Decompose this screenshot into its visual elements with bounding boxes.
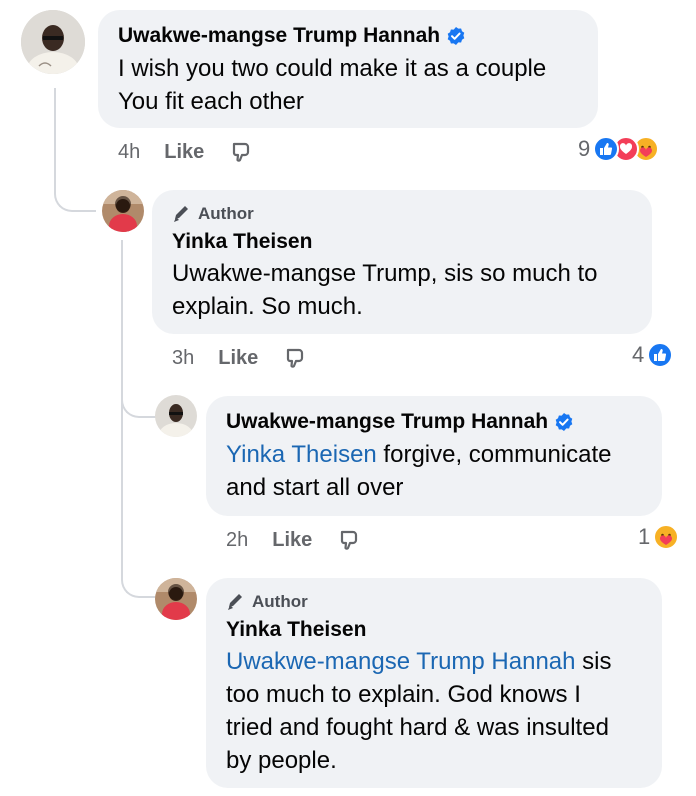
author-badge: Author bbox=[172, 204, 632, 224]
avatar[interactable] bbox=[155, 578, 197, 620]
comment-text: I wish you two could make it as a couple… bbox=[118, 52, 578, 118]
comment-text-line: Yinka Theisen forgive, communicate bbox=[226, 438, 642, 471]
author-badge-label: Author bbox=[198, 204, 254, 223]
commenter-name[interactable]: Uwakwe-mangse Trump Hannah bbox=[226, 410, 642, 434]
reaction-summary[interactable]: 4 bbox=[632, 342, 674, 368]
reaction-count: 9 bbox=[578, 136, 591, 161]
commenter-name[interactable]: Yinka Theisen bbox=[226, 618, 642, 642]
like-reaction-icon bbox=[593, 136, 620, 162]
comment-text-fragment: forgive, communicate bbox=[376, 441, 612, 468]
comment-text-line: explain. So much. bbox=[172, 293, 363, 320]
pencil-icon bbox=[172, 204, 192, 224]
like-button[interactable]: Like bbox=[218, 347, 258, 370]
commenter-name-link[interactable]: Yinka Theisen bbox=[226, 618, 366, 642]
comment-text: Uwakwe-mangse Trump Hannah sis too much … bbox=[226, 645, 642, 777]
like-reaction-icon bbox=[647, 342, 674, 368]
comment-text-fragment: sis bbox=[575, 648, 612, 675]
commenter-name-link[interactable]: Uwakwe-mangse Trump Hannah bbox=[118, 24, 440, 48]
mention-link[interactable]: Yinka Theisen bbox=[226, 441, 377, 468]
reaction-count: 1 bbox=[638, 524, 651, 549]
dislike-icon[interactable] bbox=[284, 346, 308, 370]
avatar[interactable] bbox=[102, 190, 144, 232]
commenter-name[interactable]: Yinka Theisen bbox=[172, 230, 632, 254]
comment-bubble: Author Yinka Theisen Uwakwe-mangse Trump… bbox=[152, 190, 652, 334]
comment-text-line: Uwakwe-mangse Trump Hannah sis bbox=[226, 645, 642, 678]
comment-text-line: I wish you two could make it as a couple bbox=[118, 55, 547, 82]
dislike-icon[interactable] bbox=[338, 528, 362, 552]
commenter-name-link[interactable]: Yinka Theisen bbox=[172, 230, 312, 254]
comment-text-line: by people. bbox=[226, 747, 337, 774]
comment-text-line: You fit each other bbox=[118, 88, 304, 115]
comment-text-line: too much to explain. God knows I bbox=[226, 681, 581, 708]
dislike-icon[interactable] bbox=[230, 140, 254, 164]
comment-actions: 4h Like bbox=[118, 140, 254, 164]
verified-badge-icon bbox=[446, 26, 466, 46]
comment-text-line: Uwakwe-mangse Trump, sis so much to bbox=[172, 260, 598, 287]
reaction-summary[interactable]: 1 bbox=[638, 524, 680, 550]
comment-text: Uwakwe-mangse Trump, sis so much to expl… bbox=[172, 257, 632, 323]
mention-link[interactable]: Uwakwe-mangse Trump Hannah bbox=[226, 648, 576, 675]
avatar[interactable] bbox=[155, 395, 197, 437]
verified-badge-icon bbox=[554, 412, 574, 432]
commenter-name-link[interactable]: Uwakwe-mangse Trump Hannah bbox=[226, 410, 548, 434]
comment-text-line: tried and fought hard & was insulted bbox=[226, 714, 609, 741]
pencil-icon bbox=[226, 592, 246, 612]
comment-actions: 2h Like bbox=[226, 528, 362, 552]
comment-timestamp[interactable]: 4h bbox=[118, 141, 140, 164]
thread-line bbox=[121, 400, 157, 598]
thread-line bbox=[54, 88, 96, 212]
like-button[interactable]: Like bbox=[164, 141, 204, 164]
comment-bubble: Uwakwe-mangse Trump Hannah I wish you tw… bbox=[98, 10, 598, 128]
comment-actions: 3h Like bbox=[172, 346, 308, 370]
comment-text-line: and start all over bbox=[226, 474, 404, 501]
care-reaction-icon bbox=[653, 524, 680, 550]
comment-bubble: Author Yinka Theisen Uwakwe-mangse Trump… bbox=[206, 578, 662, 788]
author-badge: Author bbox=[226, 592, 642, 612]
comment-bubble: Uwakwe-mangse Trump Hannah Yinka Theisen… bbox=[206, 396, 662, 516]
avatar[interactable] bbox=[21, 10, 85, 74]
reaction-summary[interactable]: 9 bbox=[578, 136, 660, 162]
reaction-count: 4 bbox=[632, 342, 645, 367]
comment-text: Yinka Theisen forgive, communicate and s… bbox=[226, 438, 642, 504]
author-badge-label: Author bbox=[252, 592, 308, 611]
like-button[interactable]: Like bbox=[272, 529, 312, 552]
comment-timestamp[interactable]: 2h bbox=[226, 529, 248, 552]
comment-timestamp[interactable]: 3h bbox=[172, 347, 194, 370]
commenter-name[interactable]: Uwakwe-mangse Trump Hannah bbox=[118, 24, 578, 48]
